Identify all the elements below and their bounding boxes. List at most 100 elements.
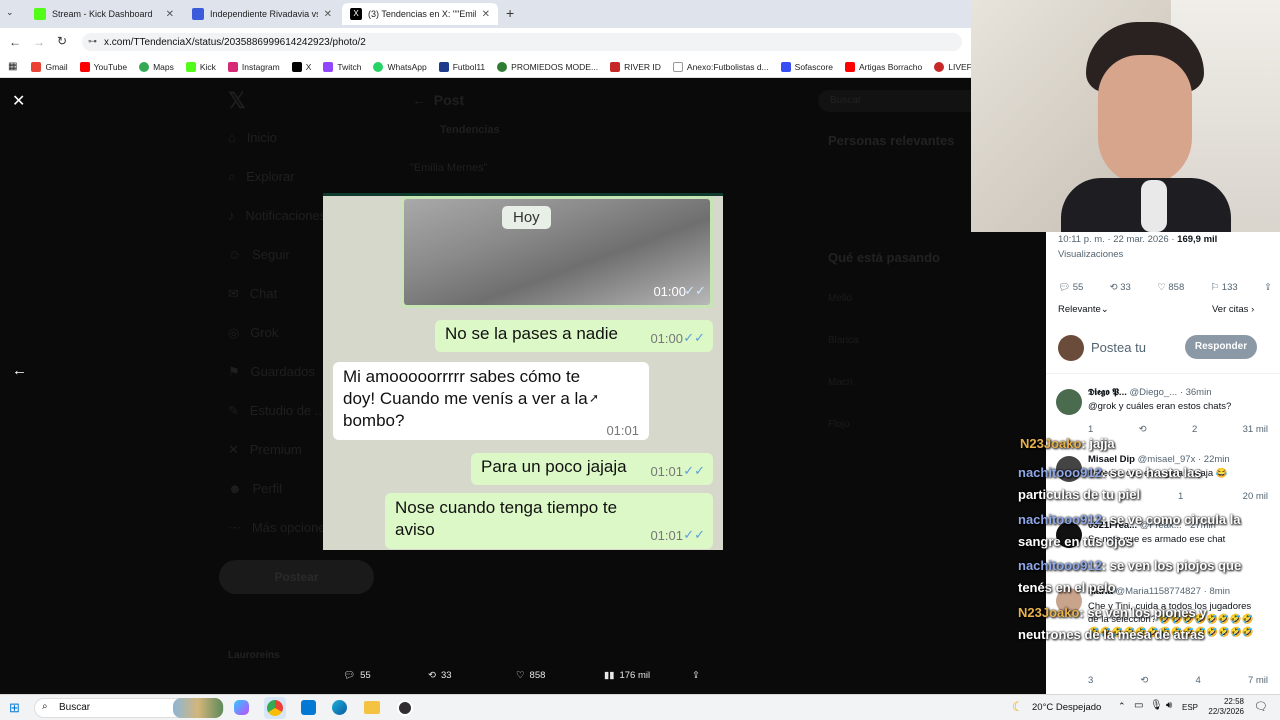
close-icon[interactable]: ✕ [166, 9, 174, 20]
url-field[interactable]: ⊶ x.com/TTendenciaX/status/2035886999614… [82, 33, 962, 51]
bookmark-label: YouTube [93, 61, 128, 72]
nav-inicio[interactable]: ⌂ Inicio [228, 130, 332, 169]
x-logo-icon: X [350, 8, 362, 20]
store-icon[interactable] [301, 700, 316, 715]
bookmark-kick[interactable]: Kick [185, 61, 216, 72]
clock[interactable]: 22:58 22/3/2026 [1202, 697, 1244, 717]
reply-count[interactable]: 1 [1088, 424, 1093, 435]
bookmark-youtube[interactable]: YouTube [79, 61, 128, 72]
chrome-icon[interactable] [264, 697, 286, 719]
nav-label: Inicio [246, 130, 278, 145]
bookmark-twitch[interactable]: Twitch [323, 61, 361, 72]
post-button[interactable]: Postear [219, 560, 374, 594]
new-tab-plus-icon[interactable]: + [506, 5, 514, 21]
nav-perfil[interactable]: ☻ Perfil [228, 481, 332, 520]
windows-start-icon[interactable]: ⊞ [9, 700, 20, 716]
nav-explorar[interactable]: ⌕ Explorar [228, 169, 332, 208]
tab-kick[interactable]: Stream - Kick Dashboard ✕ [26, 3, 182, 25]
repost-icon[interactable]: ⟲ [1140, 675, 1148, 686]
reply-header: 𝕯𝖎𝖊𝖌𝖔 𝕻... @Diego_... · 36min [1088, 387, 1212, 398]
repost-stat[interactable]: ⟲ 33 [1110, 282, 1131, 293]
views-count[interactable]: 7 mil [1248, 675, 1268, 686]
nav-estudio[interactable]: ✎ Estudio de ... [228, 403, 332, 442]
reply-time: · 36min [1179, 387, 1212, 398]
bookmark-futbol11[interactable]: Futbol11 [438, 61, 485, 72]
notifications-icon[interactable]: 🗨︎ [1254, 700, 1268, 713]
like-count[interactable]: 2 [1192, 424, 1197, 435]
bookmark-artigas[interactable]: Artigas Borracho [844, 61, 922, 72]
bookmark-stat[interactable]: ⚐ 133 [1211, 282, 1238, 293]
stream-chat-message: nachitooo912: se ven los piojos que tené… [1018, 555, 1258, 599]
nav-seguir[interactable]: ☺ Seguir [228, 247, 332, 286]
forward-arrow-icon[interactable]: → [33, 35, 45, 49]
bookmark-livefutbol[interactable]: LIVEFUTBOL [934, 61, 971, 72]
reload-icon[interactable]: ↻ [57, 34, 67, 48]
site-info-icon[interactable]: ⊶ [88, 36, 97, 47]
bookmark-whatsapp[interactable]: WhatsApp [373, 61, 427, 72]
trend-item[interactable]: Blanca [828, 335, 859, 377]
nav-label: Estudio de ... [249, 403, 326, 418]
like-stat[interactable]: ♡ 858 [1157, 282, 1184, 293]
nav-guardados[interactable]: ⚑ Guardados [228, 364, 332, 403]
back-arrow-icon[interactable]: ← [9, 35, 21, 49]
folder-icon[interactable] [364, 701, 380, 714]
obs-icon[interactable] [397, 700, 413, 716]
bookmark-label: PROMIEDOS MODE... [511, 61, 599, 72]
bookmark-wikipedia[interactable]: Anexo:Futbolistas d... [672, 61, 769, 72]
reply-submit-button[interactable]: Responder [1185, 335, 1257, 359]
share-icon[interactable]: ⇪ [1264, 282, 1272, 293]
post-stats-row: 💬︎ 55 ⟲ 33 ♡ 858 ⚐ 133 ⇪ [1058, 282, 1272, 293]
close-icon[interactable]: ✕ [12, 91, 25, 111]
photo-repost-button[interactable]: ⟲ 33 [428, 670, 452, 681]
trend-item[interactable]: Flojo [828, 419, 859, 461]
compose-input[interactable]: Postea tu [1091, 340, 1146, 355]
repost-icon[interactable]: ⟲ [1139, 424, 1147, 435]
trend-item[interactable]: Mello [828, 293, 859, 335]
copilot-icon[interactable] [234, 700, 249, 715]
tab-match[interactable]: Independiente Rivadavia vs Ro ✕ [184, 3, 340, 25]
nav-mas[interactable]: ⋯ Más opciones [228, 520, 332, 559]
apps-grid-icon[interactable]: ▦ [8, 61, 17, 72]
language-indicator[interactable]: ESP [1182, 703, 1198, 712]
author-name: Tendencias [440, 124, 500, 136]
see-quotes-link[interactable]: Ver citas › [1212, 304, 1254, 315]
photo-like-button[interactable]: ♡ 858 [516, 670, 545, 681]
previous-photo-arrow-icon[interactable]: ← [12, 362, 27, 379]
tray-chevron-icon[interactable]: ⌃ [1118, 701, 1126, 712]
bookmark-river[interactable]: RIVER ID [610, 61, 661, 72]
sort-dropdown[interactable]: Relevante⌄ [1058, 304, 1109, 315]
reply-stat[interactable]: 💬︎ 55 [1058, 282, 1083, 293]
nav-chat[interactable]: ✉ Chat [228, 286, 332, 325]
volume-icon[interactable]: 🔊︎ [1166, 700, 1172, 711]
nav-label: Perfil [252, 481, 283, 496]
photo-reply-button[interactable]: 💬︎ 55 [343, 670, 371, 681]
nav-premium[interactable]: ✕ Premium [228, 442, 332, 481]
photo-share-button[interactable]: ⇪ [692, 670, 700, 681]
bookmark-x[interactable]: X [291, 61, 311, 72]
reply-author: 𝕯𝖎𝖊𝖌𝖔 𝕻... [1088, 387, 1127, 398]
edge-icon[interactable] [332, 700, 347, 715]
bookmark-sofascore[interactable]: Sofascore [780, 61, 833, 72]
bookmark-label: LIVEFUTBOL [948, 61, 971, 72]
tab-x[interactable]: X (3) Tendencias en X: ""Emilia M ✕ [342, 3, 498, 25]
bookmark-instagram[interactable]: Instagram [227, 61, 280, 72]
nav-notificaciones[interactable]: ♪ Notificaciones [228, 208, 332, 247]
trend-item[interactable]: Macri [828, 377, 859, 419]
views-count[interactable]: 31 mil [1243, 424, 1268, 435]
close-icon[interactable]: ✕ [324, 9, 332, 20]
windows-taskbar: ⊞ ⌕ Buscar ☾ 20°C Despejado ⌃ ▭ 🎙︎ 🔊︎ ES… [0, 694, 1280, 720]
bookmark-maps[interactable]: Maps [139, 61, 174, 72]
close-icon[interactable]: ✕ [482, 9, 490, 20]
bookmark-gmail[interactable]: Gmail [31, 61, 68, 72]
tab-list-chevron-icon[interactable]: ⌄ [6, 7, 14, 18]
network-icon[interactable]: ▭ [1134, 700, 1143, 711]
reply-count[interactable]: 3 [1088, 675, 1093, 686]
like-count[interactable]: 4 [1196, 675, 1201, 686]
bookmark-promiedos[interactable]: PROMIEDOS MODE... [497, 61, 599, 72]
views-label: Visualizaciones [1058, 249, 1124, 260]
photo-views-button[interactable]: ▮▮ 176 mil [604, 670, 650, 681]
taskbar-search[interactable]: ⌕ Buscar [34, 698, 224, 718]
nav-grok[interactable]: ◎ Grok [228, 325, 332, 364]
microphone-icon[interactable]: 🎙︎ [1150, 700, 1163, 711]
account-switcher[interactable]: Lauroreins [228, 650, 280, 661]
